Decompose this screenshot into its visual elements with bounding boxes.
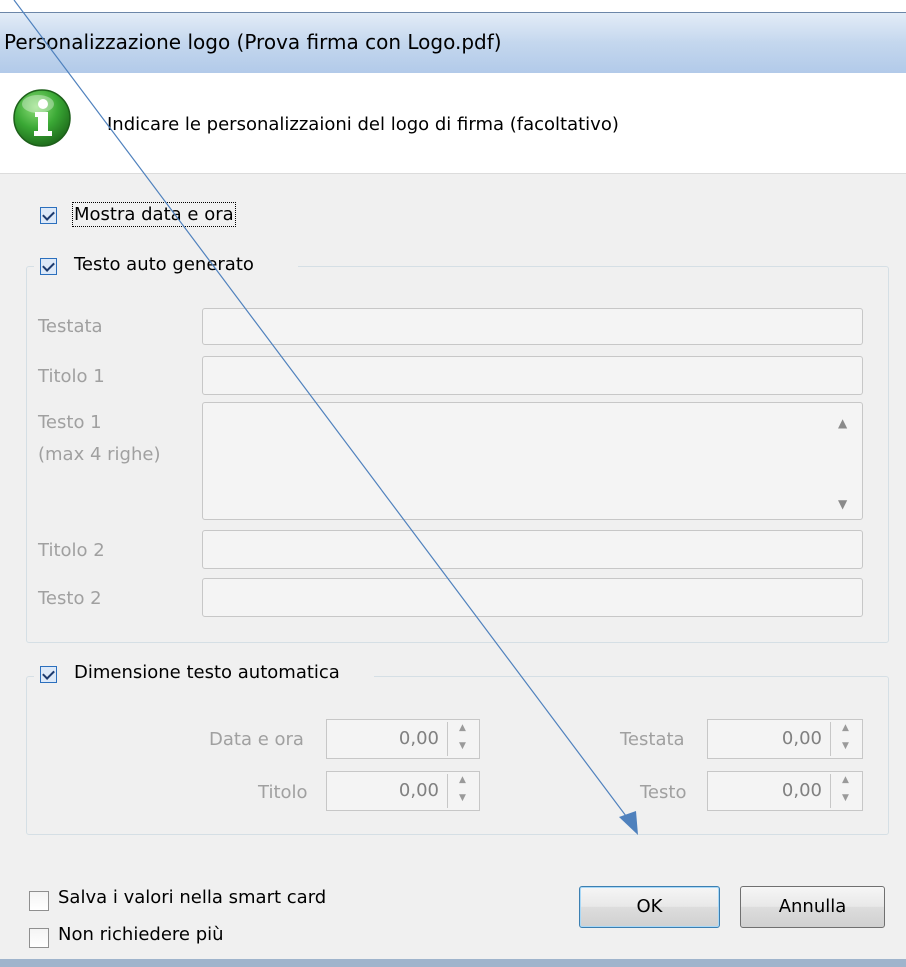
- show-datetime-checkbox[interactable]: [40, 207, 57, 224]
- save-smartcard-checkbox[interactable]: [29, 891, 49, 911]
- scroll-down-icon[interactable]: ▼: [838, 497, 847, 511]
- testo-size-label: Testo: [640, 782, 687, 803]
- spin-down-icon[interactable]: ▼: [831, 740, 860, 752]
- header-instruction: Indicare le personalizzaioni del logo di…: [107, 114, 619, 135]
- titolo-size-value: 0,00: [398, 780, 439, 801]
- testata-size-stepper[interactable]: 0,00 ▲ ▼: [707, 719, 863, 759]
- window-bottom-border: [0, 959, 906, 967]
- titolo-size-label: Titolo: [258, 782, 308, 803]
- cancel-button[interactable]: Annulla: [740, 886, 885, 928]
- titolo2-label: Titolo 2: [38, 540, 105, 561]
- testo-size-spinner[interactable]: ▲ ▼: [830, 774, 860, 808]
- testata-size-value: 0,00: [781, 728, 822, 749]
- testo2-input[interactable]: [202, 578, 863, 617]
- scroll-up-icon[interactable]: ▲: [838, 416, 847, 430]
- spin-up-icon[interactable]: ▲: [831, 774, 860, 786]
- spin-up-icon[interactable]: ▲: [831, 722, 860, 734]
- dont-ask-checkbox[interactable]: [29, 928, 49, 948]
- spin-up-icon[interactable]: ▲: [448, 722, 477, 734]
- spin-down-icon[interactable]: ▼: [831, 792, 860, 804]
- testata-size-label: Testata: [620, 729, 685, 750]
- titolo-size-stepper[interactable]: 0,00 ▲ ▼: [326, 771, 480, 811]
- testata-size-spinner[interactable]: ▲ ▼: [830, 722, 860, 756]
- window-top-border: [0, 0, 906, 12]
- titolo1-label: Titolo 1: [38, 366, 105, 387]
- data-ora-size-value: 0,00: [398, 728, 439, 749]
- auto-text-label[interactable]: Testo auto generato: [74, 254, 254, 275]
- titolo2-input[interactable]: [202, 530, 863, 569]
- testo1-label: Testo 1: [38, 412, 102, 433]
- spin-down-icon[interactable]: ▼: [448, 740, 477, 752]
- auto-text-checkbox[interactable]: [40, 258, 57, 275]
- info-icon: [13, 89, 71, 147]
- testo1-textarea[interactable]: [202, 402, 863, 520]
- auto-size-checkbox[interactable]: [40, 666, 57, 683]
- testo2-label: Testo 2: [38, 588, 102, 609]
- testo1-hint: (max 4 righe): [38, 444, 161, 465]
- save-smartcard-label[interactable]: Salva i valori nella smart card: [58, 887, 326, 908]
- testo-size-value: 0,00: [781, 780, 822, 801]
- auto-size-label[interactable]: Dimensione testo automatica: [74, 662, 340, 683]
- data-ora-size-label: Data e ora: [209, 729, 304, 750]
- data-ora-size-stepper[interactable]: 0,00 ▲ ▼: [326, 719, 480, 759]
- show-datetime-label[interactable]: Mostra data e ora: [72, 202, 236, 227]
- testata-label: Testata: [38, 316, 103, 337]
- data-ora-size-spinner[interactable]: ▲ ▼: [447, 722, 477, 756]
- titolo1-input[interactable]: [202, 356, 863, 395]
- window-title: Personalizzazione logo (Prova firma con …: [4, 30, 502, 54]
- titolo-size-spinner[interactable]: ▲ ▼: [447, 774, 477, 808]
- dont-ask-label[interactable]: Non richiedere più: [58, 924, 224, 945]
- ok-button[interactable]: OK: [579, 886, 720, 928]
- testata-input[interactable]: [202, 308, 863, 345]
- spin-up-icon[interactable]: ▲: [448, 774, 477, 786]
- spin-down-icon[interactable]: ▼: [448, 792, 477, 804]
- testo-size-stepper[interactable]: 0,00 ▲ ▼: [707, 771, 863, 811]
